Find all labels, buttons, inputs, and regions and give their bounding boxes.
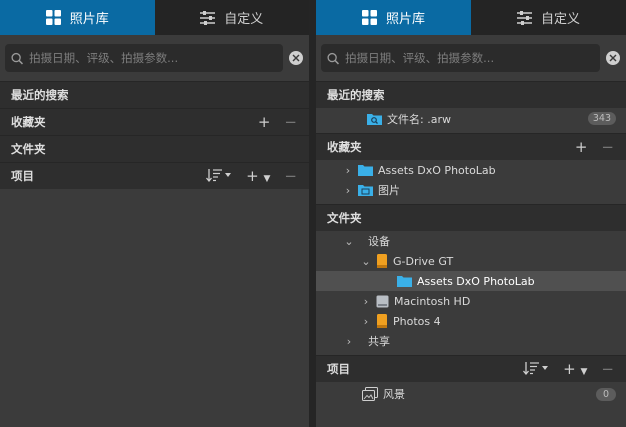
projects-actions: + ▼ − — [523, 356, 614, 382]
favorite-item[interactable]: › 图片 — [316, 180, 626, 200]
tree-item-gdrive[interactable]: ⌄ G-Drive GT — [316, 251, 626, 271]
chevron-right-icon[interactable]: › — [361, 295, 371, 308]
plus-icon[interactable]: + ▼ — [563, 361, 587, 377]
chevron-right-icon[interactable]: › — [344, 335, 354, 348]
tab-customize[interactable]: 自定义 — [471, 0, 626, 35]
tree-item-shared[interactable]: › 共享 — [316, 331, 626, 351]
tree-item-assets[interactable]: Assets DxO PhotoLab — [316, 271, 626, 291]
minus-icon[interactable]: − — [284, 168, 297, 184]
section-title: 收藏夹 — [11, 115, 46, 129]
pictures-folder-icon — [358, 184, 373, 196]
search-icon — [11, 52, 24, 64]
section-recent-searches[interactable]: 最近的搜索 — [316, 81, 626, 108]
hard-drive-icon — [376, 295, 389, 308]
section-recent-searches[interactable]: 最近的搜索 — [0, 81, 309, 108]
search-row — [316, 35, 626, 81]
tab-bar: 照片库 自定义 — [316, 0, 626, 35]
favorites-actions: + − — [575, 134, 614, 160]
folder-icon — [397, 275, 412, 287]
tree-label: Assets DxO PhotoLab — [417, 274, 535, 288]
plus-icon[interactable]: + — [258, 114, 271, 130]
search-folder-icon — [367, 112, 382, 125]
favorite-label: Assets DxO PhotoLab — [378, 163, 496, 177]
section-favorites[interactable]: 收藏夹 + − — [316, 133, 626, 160]
project-item[interactable]: 风景 0 — [316, 382, 626, 406]
section-title: 文件夹 — [327, 211, 362, 225]
chevron-right-icon[interactable]: › — [361, 315, 371, 328]
recent-search-item[interactable]: 文件名: .arw 343 — [316, 108, 626, 129]
projects-actions: + ▼ − — [206, 163, 297, 189]
section-favorites[interactable]: 收藏夹 + − — [0, 108, 309, 135]
search-field[interactable] — [5, 44, 283, 72]
tree-item-photos4[interactable]: › Photos 4 — [316, 311, 626, 331]
tree-label: G-Drive GT — [393, 254, 454, 268]
section-folders[interactable]: 文件夹 — [0, 135, 309, 162]
tab-label: 照片库 — [69, 12, 109, 27]
tree-label: 共享 — [368, 335, 390, 348]
search-input[interactable] — [345, 51, 600, 65]
tab-photo-library[interactable]: 照片库 — [316, 0, 471, 35]
chevron-down-icon[interactable]: ⌄ — [361, 255, 371, 268]
minus-icon[interactable]: − — [601, 361, 614, 377]
search-icon — [327, 52, 340, 64]
tree-label: Photos 4 — [393, 314, 441, 328]
drive-icon — [376, 254, 388, 268]
section-title: 项目 — [327, 362, 350, 376]
tab-bar: 照片库 自定义 — [0, 0, 309, 35]
search-row — [0, 35, 309, 81]
count-badge: 343 — [587, 112, 616, 125]
sliders-icon — [200, 10, 216, 25]
tab-label: 自定义 — [540, 12, 580, 27]
section-title: 最近的搜索 — [327, 88, 385, 102]
folder-icon — [358, 164, 373, 176]
project-label: 风景 — [383, 388, 405, 401]
recent-search-label: 文件名: .arw — [387, 112, 451, 126]
plus-icon[interactable]: + ▼ — [246, 168, 270, 184]
minus-icon[interactable]: − — [284, 114, 297, 130]
section-projects[interactable]: 项目 + ▼ − — [0, 162, 309, 189]
favorite-label: 图片 — [378, 184, 400, 197]
minus-icon[interactable]: − — [601, 139, 614, 155]
tab-photo-library[interactable]: 照片库 — [0, 0, 155, 35]
chevron-right-icon[interactable]: › — [343, 184, 353, 197]
plus-icon[interactable]: + — [575, 139, 588, 155]
section-folders[interactable]: 文件夹 — [316, 204, 626, 231]
sort-icon[interactable] — [206, 168, 232, 184]
project-icon — [362, 387, 378, 401]
tab-label: 照片库 — [385, 12, 425, 27]
tree-item-macintosh[interactable]: › Macintosh HD — [316, 291, 626, 311]
drive-icon — [376, 314, 388, 328]
panel-divider — [309, 0, 316, 427]
section-title: 最近的搜索 — [11, 88, 69, 102]
sort-icon[interactable] — [523, 361, 549, 378]
chevron-right-icon[interactable]: › — [343, 164, 353, 177]
grid-icon — [45, 10, 61, 25]
tab-label: 自定义 — [224, 12, 264, 27]
favorite-item[interactable]: › Assets DxO PhotoLab — [316, 160, 626, 180]
clear-icon[interactable] — [606, 51, 620, 65]
section-title: 收藏夹 — [327, 140, 362, 154]
chevron-down-icon[interactable]: ⌄ — [344, 235, 354, 248]
library-panel-expanded: 照片库 自定义 最近的搜索 文件名: .arw 343 收藏夹 + − — [316, 0, 626, 427]
tree-label: 设备 — [368, 235, 390, 248]
sliders-icon — [516, 10, 532, 25]
grid-icon — [361, 10, 377, 25]
tree-label: Macintosh HD — [394, 294, 471, 308]
search-field[interactable] — [321, 44, 600, 72]
clear-icon[interactable] — [289, 51, 303, 65]
tab-customize[interactable]: 自定义 — [155, 0, 310, 35]
count-badge: 0 — [596, 387, 616, 401]
section-title: 文件夹 — [11, 142, 46, 156]
section-title: 项目 — [11, 169, 34, 183]
section-projects[interactable]: 项目 + ▼ − — [316, 355, 626, 382]
tree-item-devices[interactable]: ⌄ 设备 — [316, 231, 626, 251]
favorites-actions: + − — [258, 109, 297, 135]
search-input[interactable] — [29, 51, 283, 65]
library-panel-collapsed: 照片库 自定义 最近的搜索 收藏夹 + − 文件夹 项目 — [0, 0, 309, 427]
